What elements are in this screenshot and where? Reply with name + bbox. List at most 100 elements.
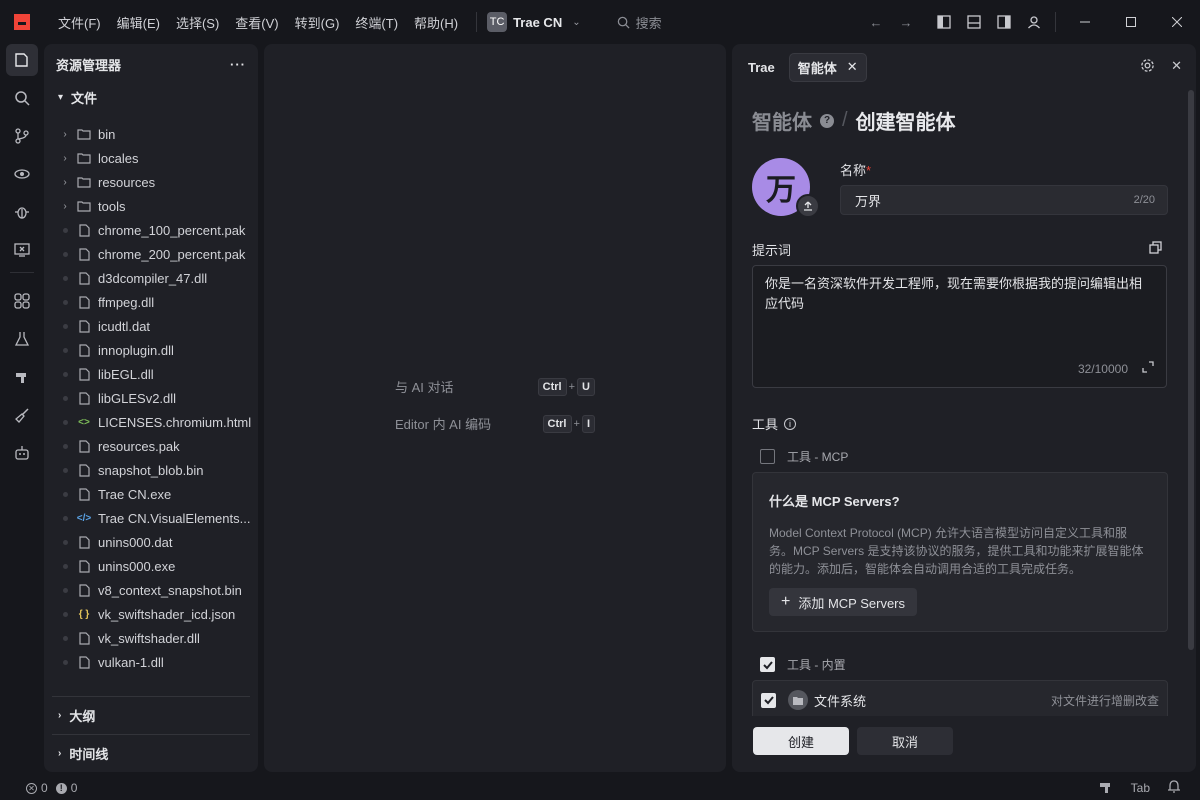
outline-section[interactable]: › 大纲 <box>52 696 250 734</box>
gear-icon[interactable] <box>1140 58 1155 76</box>
remote-explorer-icon[interactable] <box>6 234 38 266</box>
file-item[interactable]: innoplugin.dll <box>44 338 258 362</box>
file-item[interactable]: { } vk_swiftshader_icd.json <box>44 602 258 626</box>
timeline-section[interactable]: › 时间线 <box>52 734 250 772</box>
add-mcp-button[interactable]: + 添加 MCP Servers <box>769 588 918 616</box>
file-item[interactable]: icudtl.dat <box>44 314 258 338</box>
panel-footer: 创建 取消 <box>732 716 1196 772</box>
source-control-icon[interactable] <box>6 120 38 152</box>
hammer-icon[interactable] <box>6 361 38 393</box>
more-actions-icon[interactable]: ··· <box>230 57 246 72</box>
menu-edit[interactable]: 编辑(E) <box>109 13 168 32</box>
tab-trae[interactable]: Trae <box>748 60 775 75</box>
file-item[interactable]: libGLESv2.dll <box>44 386 258 410</box>
file-label: vk_swiftshader_icd.json <box>98 606 236 622</box>
cancel-button[interactable]: 取消 <box>857 727 953 755</box>
file-item[interactable]: </> Trae CN.VisualElements... <box>44 506 258 530</box>
tab-indicator[interactable]: Tab <box>1131 781 1150 795</box>
toggle-aux-sidebar-icon[interactable] <box>989 7 1019 37</box>
create-button[interactable]: 创建 <box>753 727 849 755</box>
menu-file[interactable]: 文件(F) <box>50 13 109 32</box>
file-item[interactable]: resources.pak <box>44 434 258 458</box>
help-icon[interactable]: ? <box>820 113 834 128</box>
file-label: Trae CN.exe <box>98 486 172 502</box>
file-item[interactable]: <> LICENSES.chromium.html <box>44 410 258 434</box>
menu-view[interactable]: 查看(V) <box>227 13 286 32</box>
prompt-textarea[interactable]: 你是一名资深软件开发工程师，现在需要你根据我的提问编辑出相应代码 32/1000… <box>752 265 1167 388</box>
upload-icon[interactable] <box>796 194 820 218</box>
file-item[interactable]: chrome_100_percent.pak <box>44 218 258 242</box>
folder-item-locales[interactable]: › locales <box>44 146 258 170</box>
expand-icon[interactable] <box>1142 359 1154 379</box>
forward-arrow-icon[interactable]: → <box>891 7 921 37</box>
outline-label: 大纲 <box>69 709 96 724</box>
file-item[interactable]: chrome_200_percent.pak <box>44 242 258 266</box>
folder-item-resources[interactable]: › resources <box>44 170 258 194</box>
file-item[interactable]: libEGL.dll <box>44 362 258 386</box>
tab-agent[interactable]: 智能体 ✕ <box>788 52 867 82</box>
builtin-checkbox[interactable] <box>760 657 775 672</box>
file-item[interactable]: vk_swiftshader.dll <box>44 626 258 650</box>
copy-icon[interactable] <box>1149 241 1162 257</box>
account-icon[interactable] <box>1019 7 1049 37</box>
broom-icon[interactable] <box>6 399 38 431</box>
crumb-parent[interactable]: 智能体 <box>752 106 812 135</box>
menu-goto[interactable]: 转到(G) <box>287 13 348 32</box>
bug-icon[interactable] <box>6 196 38 228</box>
file-system-checkbox[interactable] <box>761 692 776 708</box>
file-item[interactable]: d3dcompiler_47.dll <box>44 266 258 290</box>
avatar-char: 万 <box>766 174 796 207</box>
folder-label: bin <box>98 126 116 142</box>
folder-item-tools[interactable]: › tools <box>44 194 258 218</box>
close-window-icon[interactable] <box>1154 0 1200 44</box>
avatar[interactable]: 万 <box>752 158 820 218</box>
root-folder-header[interactable]: ▾ 文件 <box>44 84 258 110</box>
project-switcher[interactable]: TC Trae CN ⌄ <box>487 12 581 32</box>
maximize-icon[interactable] <box>1108 0 1154 44</box>
file-item[interactable]: unins000.exe <box>44 554 258 578</box>
warning-count: 0 <box>70 781 78 795</box>
tool-file-system[interactable]: 文件系统 对文件进行增删改查 <box>752 680 1168 720</box>
info-icon[interactable]: i <box>784 417 797 430</box>
close-panel-icon[interactable]: ✕ <box>1171 58 1182 76</box>
file-item[interactable]: Trae CN.exe <box>44 482 258 506</box>
close-tab-icon[interactable]: ✕ <box>847 59 858 75</box>
explorer-icon[interactable] <box>6 44 38 76</box>
file-item[interactable]: v8_context_snapshot.bin <box>44 578 258 602</box>
toggle-sidebar-icon[interactable] <box>929 7 959 37</box>
back-arrow-icon[interactable]: ← <box>861 7 891 37</box>
testing-flask-icon[interactable] <box>6 323 38 355</box>
panel-scrollbar[interactable] <box>1188 90 1194 650</box>
hammer-icon[interactable] <box>1099 781 1113 796</box>
file-item[interactable]: vulkan-1.dll <box>44 650 258 674</box>
search-icon[interactable] <box>6 82 38 114</box>
html-icon: <> <box>78 416 90 428</box>
file-item[interactable]: snapshot_blob.bin <box>44 458 258 482</box>
mcp-checkbox[interactable] <box>760 449 775 464</box>
run-debug-icon[interactable] <box>6 158 38 190</box>
builtin-tools-checkbox-row[interactable]: 工具 - 内置 <box>760 656 846 673</box>
file-label: Trae CN.VisualElements... <box>98 510 251 526</box>
menu-terminal[interactable]: 终端(T) <box>347 13 406 32</box>
minimize-icon[interactable] <box>1062 0 1108 44</box>
name-field[interactable]: 万界 2/20 <box>840 185 1168 215</box>
bullet <box>58 443 72 449</box>
file-item[interactable]: unins000.dat <box>44 530 258 554</box>
search-box[interactable]: 搜索 <box>617 13 662 32</box>
file-label: snapshot_blob.bin <box>98 462 204 478</box>
toggle-panel-icon[interactable] <box>959 7 989 37</box>
file-item[interactable]: ffmpeg.dll <box>44 290 258 314</box>
problems-indicator[interactable]: ✕ 0 ! 0 <box>26 781 77 795</box>
menu-select[interactable]: 选择(S) <box>168 13 227 32</box>
ai-robot-icon[interactable] <box>6 437 38 469</box>
folder-item-bin[interactable]: › bin <box>44 122 258 146</box>
menu-help[interactable]: 帮助(H) <box>406 13 466 32</box>
folder-icon <box>76 128 92 140</box>
chevron-right-icon: › <box>63 200 67 212</box>
mcp-tools-checkbox-row[interactable]: 工具 - MCP <box>760 448 848 465</box>
page-title: 创建智能体 <box>855 112 956 134</box>
editor-area[interactable]: 与 AI 对话 Ctrl + U Editor 内 AI 编码 Ctrl + I <box>264 44 726 772</box>
bullet <box>58 587 72 593</box>
bell-icon[interactable] <box>1168 780 1180 796</box>
extensions-icon[interactable] <box>6 285 38 317</box>
